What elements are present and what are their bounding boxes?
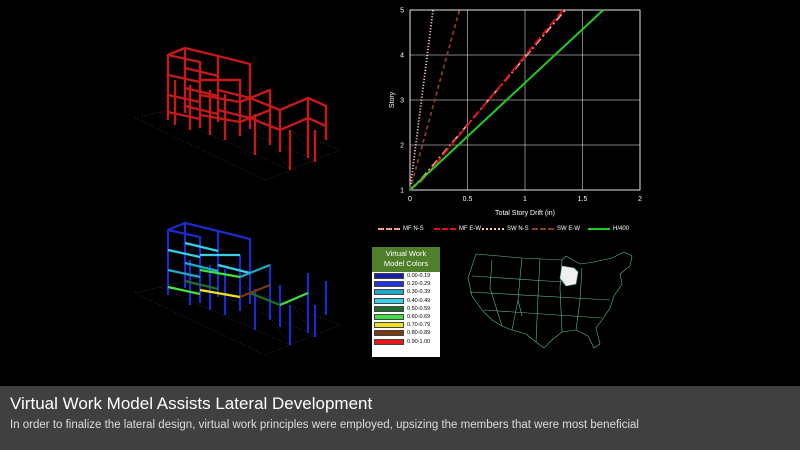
key-range-label: 0.90-1.00 [407,338,431,345]
legend-label: MF E-W [459,226,481,232]
x-axis-label: Total Story Drift (in) [495,210,555,217]
key-row: 0.00-0.19 [374,272,438,280]
key-row: 0.40-0.49 [374,297,438,305]
legend-label: SW E-W [557,226,580,232]
key-range-label: 0.80-0.89 [407,330,431,337]
y-tick-label: 4 [400,53,404,60]
key-row: 0.80-0.89 [374,329,438,337]
legend-item: SW E-W [532,226,580,232]
x-tick-label: 0 [408,196,412,203]
key-swatch [374,322,404,329]
key-swatch [374,314,404,321]
us-map-image [467,251,633,349]
slide-subtitle: In order to finalize the lateral design,… [10,419,639,431]
key-swatch [374,338,404,345]
key-row: 0.60-0.69 [374,313,438,321]
key-row: 0.20-0.29 [374,280,438,288]
legend-label: MF N-S [403,226,424,232]
key-row: 0.50-0.59 [374,305,438,313]
key-rows: 0.00-0.19 0.20-0.29 0.30-0.39 0.40-0.49 0.50… [372,272,440,346]
y-tick-label: 5 [400,8,404,15]
key-row: 0.70-0.79 [374,321,438,329]
slide-title: Virtual Work Model Assists Lateral Devel… [10,394,373,413]
key-swatch [374,281,404,288]
key-row: 0.30-0.39 [374,288,438,296]
legend-label: SW N-S [507,226,529,232]
virtual-work-key-title: Virtual Work Model Colors [372,247,440,272]
key-swatch [374,330,404,337]
x-tick-label: 2 [638,196,642,203]
virtual-work-color-key: Virtual Work Model Colors 0.00-0.19 0.20-… [372,247,440,357]
chart-legend: MF N-S MF E-W SW N-S SW E-W H/400 [372,224,652,240]
red-frame-model-image [134,46,341,181]
legend-swatch [378,228,400,230]
legend-swatch [434,228,456,230]
y-tick-label: 1 [400,188,404,195]
legend-swatch [532,228,554,230]
key-range-label: 0.30-0.39 [407,289,431,296]
x-tick-label: 1.5 [578,196,588,203]
x-tick-labels: 0 0.5 1 1.5 2 [408,196,642,203]
y-tick-labels: 1 2 3 4 5 [400,8,404,195]
key-swatch [374,297,404,304]
legend-swatch [588,228,610,230]
legend-item: H/400 [588,226,629,232]
x-tick-label: 0.5 [463,196,473,203]
key-swatch [374,305,404,312]
x-tick-label: 1 [523,196,527,203]
story-drift-chart: 0 0.5 1 1.5 2 1 2 3 4 5 Total Story Drift (in) S… [389,8,642,218]
key-range-label: 0.40-0.49 [407,297,431,304]
caption-bar: Virtual Work Model Assists Lateral Devel… [0,386,800,450]
key-title-line2: Model Colors [383,259,429,268]
key-range-label: 0.60-0.69 [407,314,431,321]
legend-item: SW N-S [482,226,529,232]
key-swatch [374,273,404,280]
key-title-line1: Virtual Work [385,249,427,258]
key-range-label: 0.20-0.29 [407,281,431,288]
y-tick-label: 3 [400,98,404,105]
key-row: 0.90-1.00 [374,338,438,346]
legend-item: MF N-S [378,226,424,232]
legend-label: H/400 [613,226,630,232]
virtual-work-frame-model-image [134,221,341,356]
y-axis-label: Story [389,91,396,108]
legend-item: MF E-W [434,226,481,232]
y-tick-label: 2 [400,143,404,150]
key-range-label: 0.50-0.59 [407,305,431,312]
key-range-label: 0.70-0.79 [407,322,431,329]
legend-swatch [482,228,504,230]
key-range-label: 0.00-0.19 [407,273,431,280]
key-swatch [374,289,404,296]
